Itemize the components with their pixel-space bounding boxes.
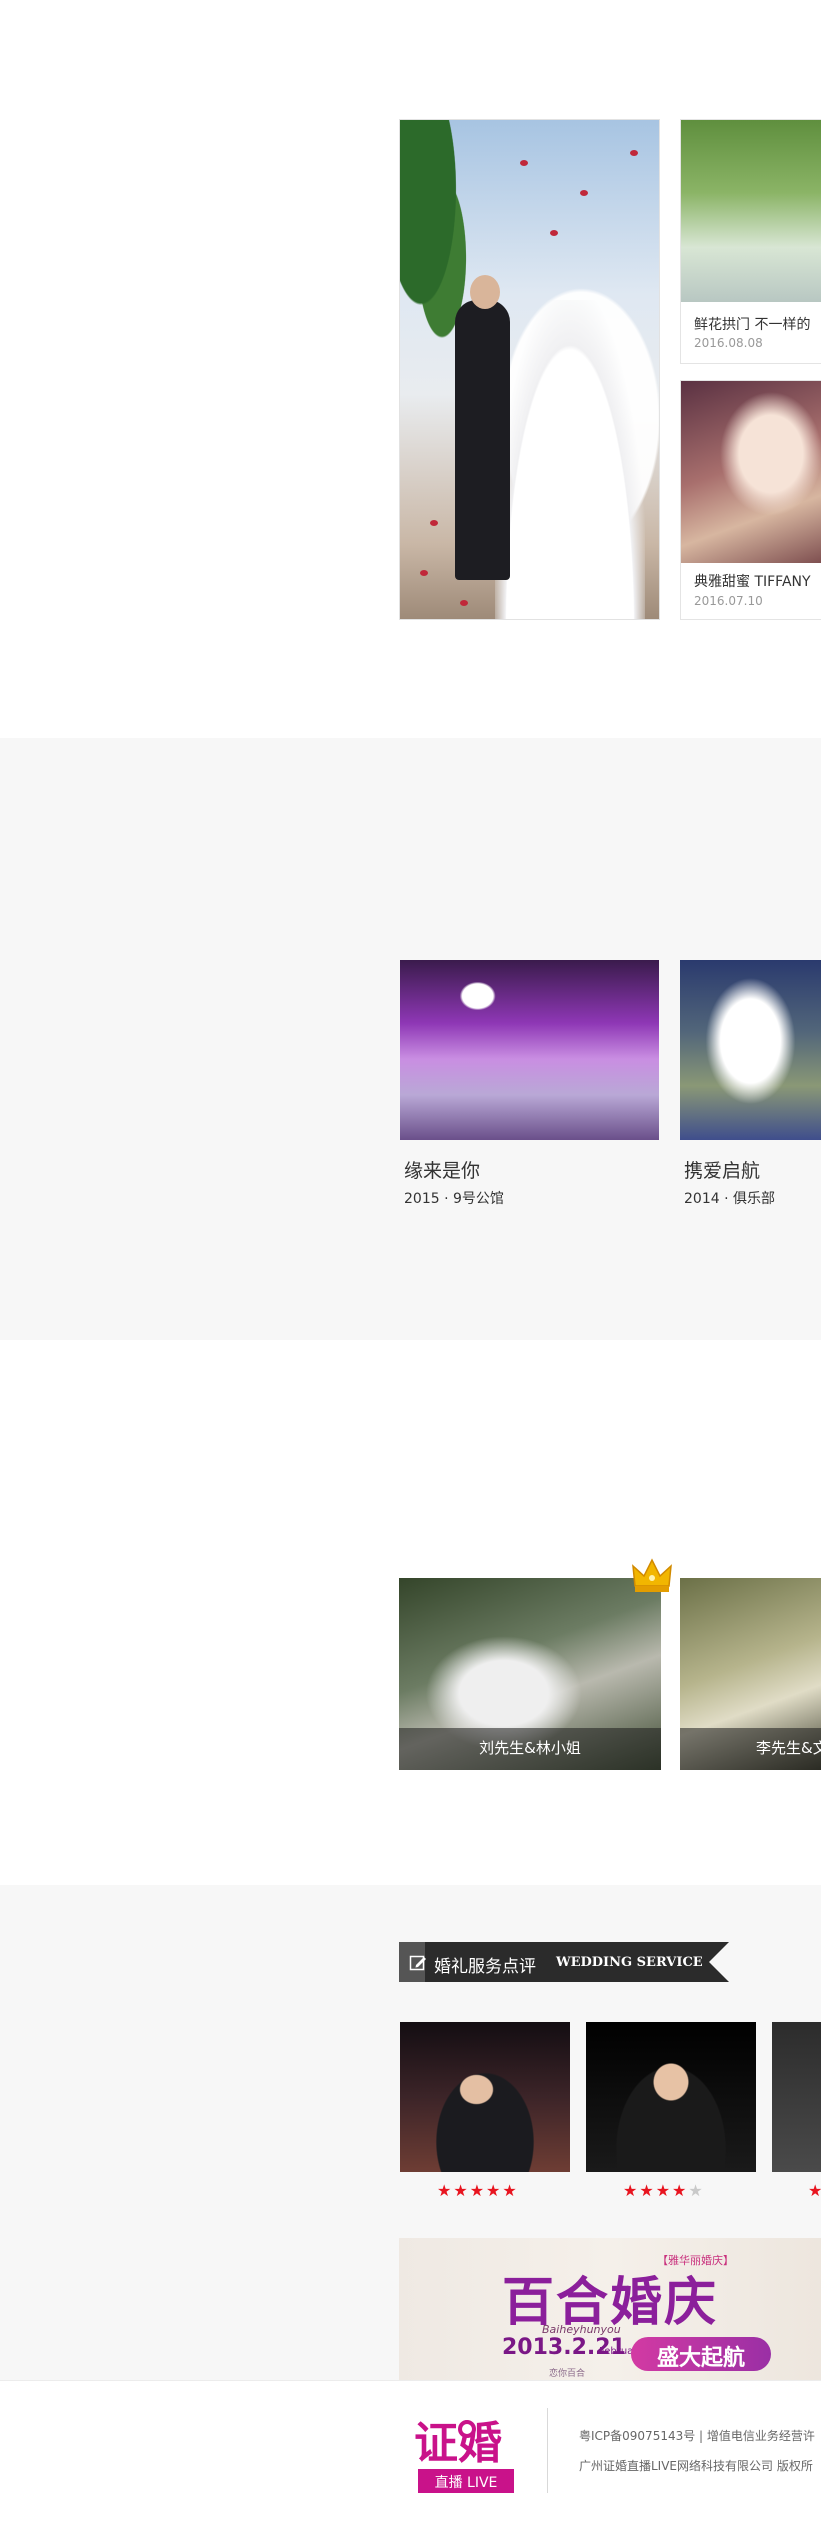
venue-card-meta: 2014 · 俱乐部 — [684, 1191, 775, 1207]
star-icon-empty: ★ — [688, 2181, 705, 2200]
banner-cta: 盛大起航 — [656, 2346, 745, 2371]
story-card[interactable]: 典雅甜蜜 TIFFANY 2016.07.10 — [680, 380, 821, 620]
story-card-image — [681, 381, 821, 563]
story-card-title: 典雅甜蜜 TIFFANY — [694, 574, 811, 590]
venue-card-name: 缘来是你 — [404, 1160, 481, 1182]
site-logo[interactable]: 证婚 直播 LIVE — [414, 2407, 514, 2495]
featured-wedding-photo[interactable] — [399, 119, 660, 620]
promo-banner[interactable]: 【雅华丽婚庆】 百合婚庆 Baiheyhunyou 2013.2.21 Febr… — [399, 2238, 821, 2380]
section-title-en: WEDDING SERVICE — [556, 1955, 703, 1970]
star-rating: ★★★★★ — [437, 2181, 519, 2200]
venue-card-meta: 2015 · 9号公馆 — [404, 1191, 504, 1207]
host-photo[interactable] — [772, 2022, 821, 2172]
host-photo[interactable] — [400, 2022, 570, 2172]
footer-divider — [547, 2408, 548, 2493]
venue-card[interactable]: 缘来是你 2015 · 9号公馆 — [400, 960, 659, 1207]
star-icon-filled: ★★★★★ — [437, 2181, 519, 2200]
venue-card-name: 携爱启航 — [684, 1160, 761, 1182]
venue-card-image — [400, 960, 659, 1140]
section-title: 婚礼服务点评 — [434, 1957, 536, 1977]
petal — [430, 520, 438, 526]
camera-icon — [458, 2420, 476, 2438]
logo-live-box: 直播 LIVE — [418, 2469, 514, 2493]
story-card-date: 2016.08.08 — [694, 336, 763, 350]
story-card[interactable]: 鲜花拱门 不一样的 2016.08.08 — [680, 119, 821, 364]
groom-head-shape — [470, 275, 500, 309]
story-card-title: 鲜花拱门 不一样的 — [694, 317, 811, 333]
star-rating: ★★★★★ — [623, 2181, 705, 2200]
petal — [420, 570, 428, 576]
star-icon-filled: ★ — [808, 2181, 821, 2200]
couple-card[interactable]: 刘先生&林小姐 — [399, 1578, 661, 1770]
petal — [580, 190, 588, 196]
story-card-image — [681, 120, 821, 302]
petal — [460, 600, 468, 606]
section-title-ribbon: 婚礼服务点评 WEDDING SERVICE — [399, 1942, 729, 1982]
banner-cta-pill: 盛大起航 — [631, 2337, 771, 2371]
petal — [550, 230, 558, 236]
banner-subtext: 恋你百合 — [549, 2369, 586, 2379]
venue-card-image — [680, 960, 821, 1140]
crown-icon — [632, 1558, 672, 1592]
logo-live-text: 直播 LIVE — [434, 2475, 498, 2491]
star-rating: ★ — [808, 2181, 821, 2200]
groom-shape — [455, 300, 510, 580]
host-photo[interactable] — [586, 2022, 756, 2172]
petal — [630, 150, 638, 156]
bride-dress-shape — [495, 300, 645, 619]
logo-text: 证婚 — [414, 2418, 502, 2469]
story-card-date: 2016.07.10 — [694, 594, 763, 608]
footer-icp-text: 粤ICP备09075143号 | 增值电信业务经营许 — [579, 2429, 815, 2443]
couple-card[interactable]: 李先生&文 — [680, 1578, 821, 1770]
venue-card[interactable]: 携爱启航 2014 · 俱乐部 — [680, 960, 821, 1207]
star-icon-filled: ★★★★ — [623, 2181, 689, 2200]
footer-copyright-text: 广州证婚直播LIVE网络科技有限公司 版权所 — [579, 2459, 813, 2473]
edit-icon — [409, 1955, 426, 1971]
footer — [0, 2380, 821, 2528]
couple-caption: 李先生&文 — [756, 1739, 821, 1757]
couple-caption: 刘先生&林小姐 — [479, 1739, 581, 1757]
petal — [520, 160, 528, 166]
